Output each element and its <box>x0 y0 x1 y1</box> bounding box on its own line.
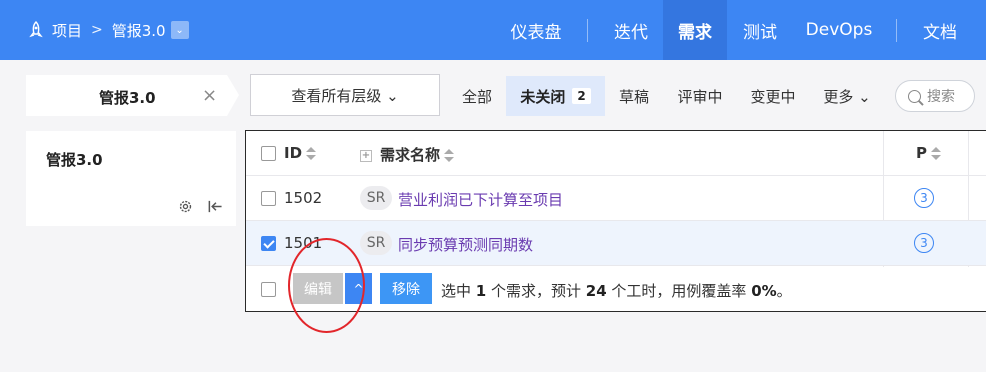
bulk-edit-button[interactable]: 编辑 <box>293 273 343 304</box>
breadcrumb-project-link[interactable]: 项目 <box>52 20 82 41</box>
nav-requirements[interactable]: 需求 <box>663 0 727 60</box>
product-crumb[interactable]: 管报3.0 × <box>26 75 227 116</box>
selection-summary: 选中 1 个需求，预计 24 个工时，用例覆盖率 0%。 <box>441 280 792 301</box>
search-label: 搜索 <box>927 89 955 105</box>
summary-text: 个工时，用例覆盖率 <box>606 282 752 300</box>
nav-iteration[interactable]: 迭代 <box>600 0 662 60</box>
collapse-sidebar-icon[interactable] <box>207 199 223 214</box>
chevron-down-icon: ⌄ <box>175 24 184 36</box>
filter-more-label: 更多 ⌄ <box>823 87 871 106</box>
level-select-dropdown[interactable]: 查看所有层级 ⌄ <box>250 74 440 116</box>
product-tree-title[interactable]: 管报3.0 <box>46 149 103 170</box>
filter-more-dropdown[interactable]: 更多 ⌄ <box>815 76 879 116</box>
summary-text: 选中 <box>441 282 476 300</box>
project-switch-dropdown[interactable]: ⌄ <box>170 21 189 39</box>
nav-dashboard-label: 仪表盘 <box>510 22 562 43</box>
table-row[interactable]: 1502 SR 营业利润已下计算至项目 3 <box>246 176 986 221</box>
bulk-select-checkbox[interactable] <box>261 282 276 297</box>
requirement-name-link[interactable]: 同步预算预测同期数 <box>398 234 533 255</box>
summary-text: 。 <box>776 282 792 300</box>
table-row[interactable]: 1501 SR 同步预算预测同期数 3 <box>246 221 986 266</box>
row-id: 1502 <box>284 189 323 207</box>
nav-devops[interactable]: DevOps <box>795 0 883 60</box>
gear-icon[interactable] <box>178 199 193 214</box>
project-breadcrumb: 项目 > 管报3.0 ⌄ <box>28 0 189 60</box>
table-header-row: ID + 需求名称 P <box>246 131 986 176</box>
filter-reviewing-label: 评审中 <box>677 87 723 106</box>
product-tree-panel: 管报3.0 <box>26 131 236 226</box>
column-header-name-label: 需求名称 <box>380 146 441 164</box>
breadcrumb-separator: > <box>91 22 103 38</box>
rocket-icon <box>29 21 43 38</box>
type-badge: SR <box>360 231 392 255</box>
row-checkbox[interactable] <box>261 191 276 206</box>
filter-draft-label: 草稿 <box>618 87 649 106</box>
sort-icon[interactable] <box>306 146 317 161</box>
row-checkbox[interactable] <box>261 236 276 251</box>
filter-open-label: 未关闭 <box>520 87 566 106</box>
nav-divider <box>587 19 588 42</box>
filter-open[interactable]: 未关闭 2 <box>506 76 605 116</box>
level-select-label: 查看所有层级 ⌄ <box>291 86 399 105</box>
column-header-id-label: ID <box>284 144 303 162</box>
close-icon[interactable]: × <box>202 85 217 106</box>
product-crumb-title: 管报3.0 <box>99 89 156 107</box>
column-header-name[interactable]: + 需求名称 <box>360 144 455 165</box>
summary-hours: 24 <box>585 282 607 300</box>
column-header-priority-label: P <box>916 144 927 162</box>
column-header-priority[interactable]: P <box>916 144 941 162</box>
sort-icon[interactable] <box>444 148 455 163</box>
bulk-remove-label: 移除 <box>392 281 420 298</box>
nav-docs-label: 文档 <box>923 22 957 43</box>
nav-testing[interactable]: 测试 <box>728 0 792 60</box>
nav-devops-label: DevOps <box>805 20 873 40</box>
search-button[interactable]: 搜索 <box>895 80 975 112</box>
type-badge: SR <box>360 186 392 210</box>
nav-requirements-label: 需求 <box>678 22 712 43</box>
priority-badge: 3 <box>914 188 934 208</box>
expand-all-icon[interactable]: + <box>360 149 372 162</box>
summary-coverage: 0% <box>751 282 777 300</box>
filter-changing-label: 变更中 <box>750 87 796 106</box>
filter-all-label: 全部 <box>461 87 492 106</box>
filter-changing[interactable]: 变更中 <box>742 76 804 116</box>
breadcrumb-current-project[interactable]: 管报3.0 <box>112 20 166 41</box>
sort-icon[interactable] <box>931 146 941 161</box>
select-all-checkbox[interactable] <box>261 146 276 161</box>
chevron-up-icon: ^ <box>353 281 364 296</box>
column-header-id[interactable]: ID <box>284 144 317 162</box>
filter-reviewing[interactable]: 评审中 <box>669 76 731 116</box>
nav-testing-label: 测试 <box>743 22 777 43</box>
nav-docs[interactable]: 文档 <box>908 0 972 60</box>
search-icon <box>908 89 921 103</box>
nav-iteration-label: 迭代 <box>614 22 648 43</box>
priority-badge: 3 <box>914 233 934 253</box>
summary-text: 个需求，预计 <box>486 282 586 300</box>
filter-all[interactable]: 全部 <box>454 76 500 116</box>
nav-divider <box>896 19 897 42</box>
filter-open-count-badge: 2 <box>572 88 591 104</box>
summary-selected-count: 1 <box>475 282 487 300</box>
crumb-arrow <box>227 75 239 116</box>
bulk-edit-label: 编辑 <box>304 281 332 298</box>
row-id: 1501 <box>284 234 323 252</box>
filter-draft[interactable]: 草稿 <box>611 76 657 116</box>
bulk-remove-button[interactable]: 移除 <box>380 273 432 304</box>
bulk-edit-dropdown[interactable]: ^ <box>345 273 372 304</box>
requirement-name-link[interactable]: 营业利润已下计算至项目 <box>398 189 563 210</box>
top-navbar: 项目 > 管报3.0 ⌄ 仪表盘 迭代 需求 测试 DevOps 文档 <box>0 0 986 60</box>
nav-dashboard[interactable]: 仪表盘 <box>496 0 576 60</box>
